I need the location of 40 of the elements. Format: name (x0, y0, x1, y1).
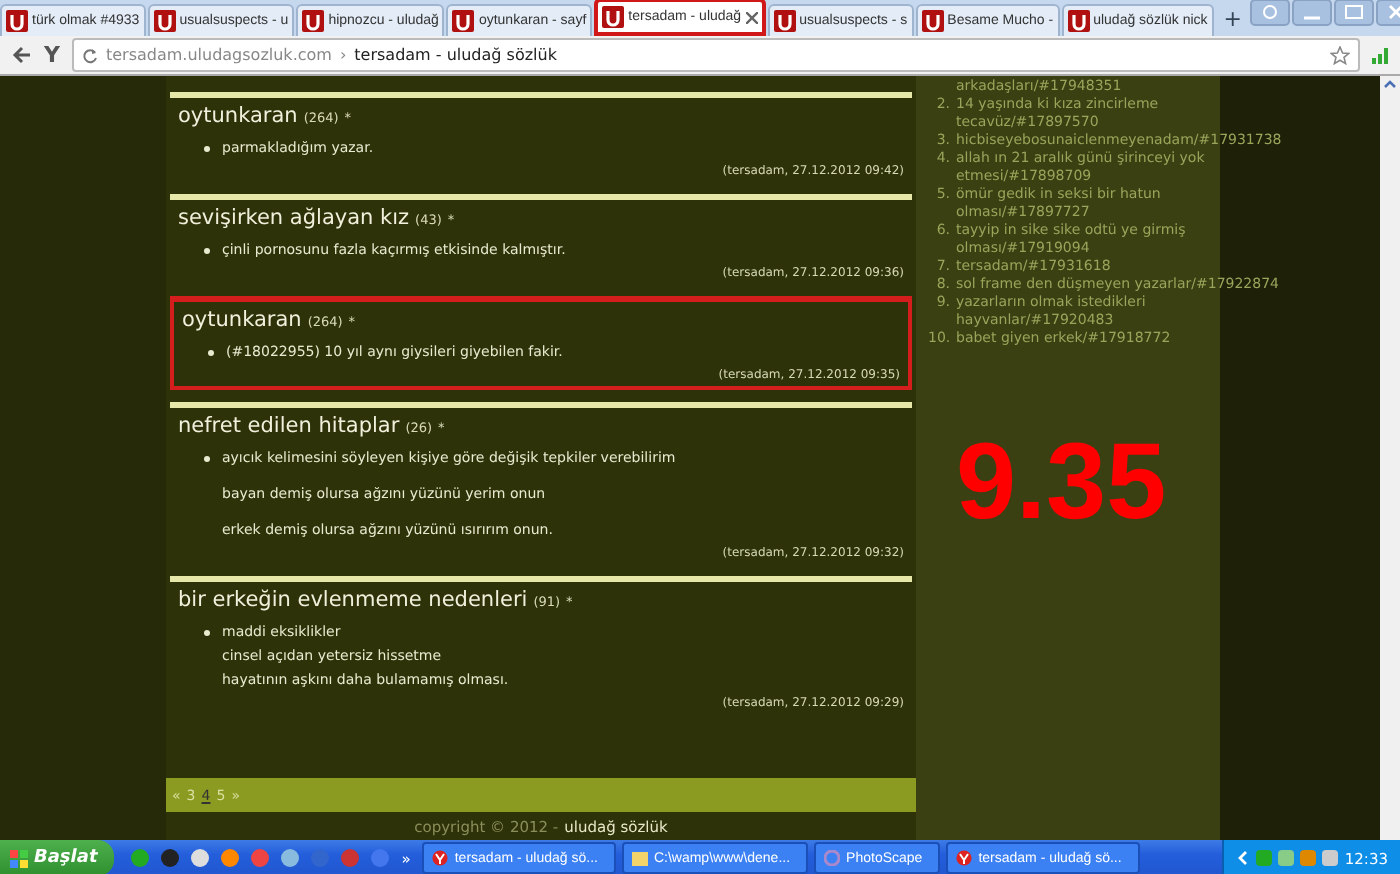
new-tab-button[interactable]: + (1223, 5, 1243, 31)
maximize-icon[interactable] (1334, 0, 1375, 26)
browser-logo[interactable]: Y (44, 42, 60, 68)
scrollbar[interactable] (1380, 76, 1400, 840)
back-arrow-icon[interactable] (12, 46, 32, 64)
tab-logo-icon (6, 10, 28, 32)
star-icon[interactable] (1330, 45, 1350, 65)
bullet-icon (208, 350, 214, 356)
time-overlay-text: 9.35 (956, 428, 1169, 536)
entry-title[interactable]: nefret edilen hitaplar (178, 414, 400, 438)
address-field[interactable]: tersadam.uludagsozluk.com › tersadam - uludağ sözlük (71, 38, 1360, 72)
tab-logo-icon (302, 10, 325, 32)
entry-title[interactable]: bir erkeğin evlenmeme nedenleri (178, 588, 528, 612)
bullet-icon (204, 248, 210, 254)
tab-logo-icon (1067, 10, 1090, 32)
windows-logo-icon (10, 849, 28, 867)
reload-icon (81, 47, 98, 63)
entry-title[interactable]: sevişirken ağlayan kız (178, 206, 410, 230)
bullet-icon (204, 146, 210, 152)
entry-title[interactable]: oytunkaran (182, 308, 302, 332)
close-icon[interactable] (745, 11, 758, 23)
bullet-icon (204, 630, 210, 636)
tab-logo-icon (773, 10, 796, 32)
browser-icon (432, 850, 449, 866)
entry-title[interactable]: oytunkaran (178, 104, 298, 128)
url-host: tersadam.uludagsozluk.com (105, 46, 332, 64)
browser-icon (956, 850, 973, 866)
signal-bars-icon (1372, 47, 1388, 63)
tab-logo-icon (452, 10, 475, 32)
minimize-icon[interactable] (1292, 0, 1333, 26)
url-separator: › (339, 46, 347, 64)
scroll-up-icon[interactable] (1382, 76, 1398, 92)
bullet-icon (204, 456, 210, 462)
settings-icon[interactable] (1250, 0, 1291, 26)
start-button[interactable]: Başlat (0, 840, 114, 874)
tab-logo-icon (921, 10, 944, 32)
tab-logo-icon (153, 10, 176, 32)
url-page-title: tersadam - uludağ sözlük (354, 46, 557, 64)
folder-icon (631, 850, 648, 866)
tab-logo-icon (602, 6, 625, 28)
